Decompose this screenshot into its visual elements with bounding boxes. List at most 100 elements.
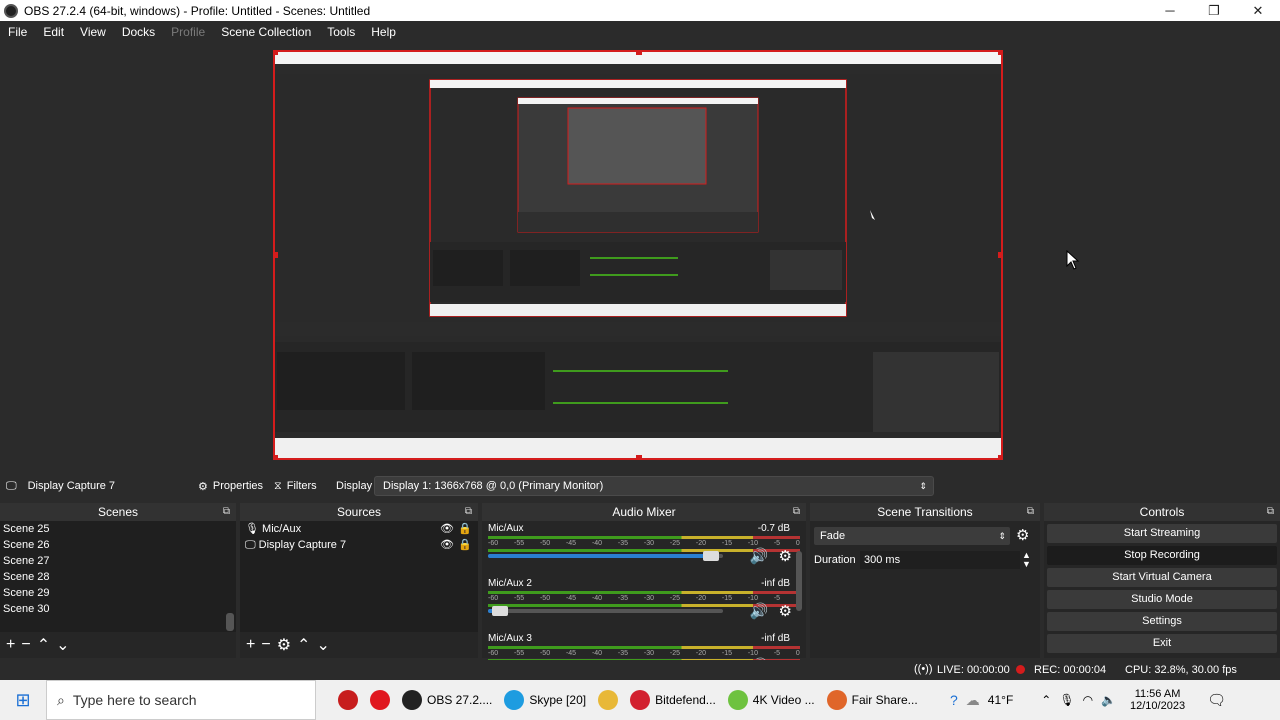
add-source-icon[interactable]: + <box>246 636 255 654</box>
eye-icon[interactable]: 👁 <box>440 521 454 537</box>
float-dock-icon[interactable]: ⧉ <box>465 503 472 521</box>
float-dock-icon[interactable]: ⧉ <box>1267 503 1274 521</box>
taskbar-app[interactable] <box>332 680 364 720</box>
meter-tick: -50 <box>539 540 551 547</box>
exit-button[interactable]: Exit <box>1047 634 1277 653</box>
speaker-icon[interactable]: 🔊 <box>750 602 769 620</box>
close-button[interactable]: ✕ <box>1236 0 1280 21</box>
preview-area[interactable] <box>0 42 1280 472</box>
menu-profile[interactable]: Profile <box>163 25 213 39</box>
volume-meter <box>488 646 800 649</box>
slider-knob[interactable] <box>491 606 508 616</box>
taskbar-search-box[interactable]: ⌕ Type here to search <box>46 680 316 720</box>
minimize-button[interactable]: ─ <box>1148 0 1192 21</box>
resize-handle[interactable] <box>275 455 278 458</box>
help-icon[interactable]: ? <box>950 692 958 708</box>
taskbar-app[interactable]: Fair Share... <box>821 680 924 720</box>
updown-chevron-icon: ⇕ <box>919 481 927 491</box>
taskbar-app[interactable]: Skype [20] <box>498 680 592 720</box>
windows-start-icon[interactable]: ⊞ <box>0 680 46 720</box>
float-dock-icon[interactable]: ⧉ <box>793 503 800 521</box>
gear-icon[interactable]: ⚙ <box>779 547 792 565</box>
speaker-icon[interactable]: 🔈 <box>1101 693 1116 707</box>
resize-handle[interactable] <box>275 252 278 258</box>
taskbar-app[interactable]: OBS 27.2.... <box>396 680 498 720</box>
move-down-icon[interactable]: ⌄ <box>56 635 69 655</box>
menu-help[interactable]: Help <box>363 25 404 39</box>
eye-icon[interactable]: 👁 <box>440 537 454 553</box>
meter-tick: -55 <box>513 540 525 547</box>
scene-item[interactable]: Scene 26 <box>0 537 236 553</box>
clock[interactable]: 11:56 AM 12/10/2023 <box>1130 688 1185 712</box>
settings-button[interactable]: Settings <box>1047 612 1277 631</box>
display-select[interactable]: Display 1: 1366x768 @ 0,0 (Primary Monit… <box>374 476 934 496</box>
resize-handle[interactable] <box>275 52 278 55</box>
volume-slider[interactable] <box>488 606 723 616</box>
lock-icon[interactable]: 🔒 <box>458 537 472 553</box>
remove-scene-icon[interactable]: − <box>21 636 30 654</box>
menu-docks[interactable]: Docks <box>114 25 163 39</box>
resize-handle[interactable] <box>636 52 642 55</box>
taskbar-app[interactable]: Bitdefend... <box>624 680 722 720</box>
obs-icon <box>402 690 422 710</box>
preview-canvas[interactable] <box>273 50 1003 460</box>
move-up-icon[interactable]: ⌃ <box>37 635 50 655</box>
skype-icon <box>504 690 525 710</box>
resize-handle[interactable] <box>998 455 1001 458</box>
gear-icon[interactable]: ⚙ <box>277 635 291 655</box>
notification-icon[interactable]: 🗨 <box>1207 691 1226 709</box>
slider-knob[interactable] <box>703 551 720 561</box>
volume-slider[interactable] <box>488 551 723 561</box>
start-streaming-button[interactable]: Start Streaming <box>1047 524 1277 543</box>
weather-temp[interactable]: 41°F <box>988 693 1013 707</box>
maximize-button[interactable]: ❐ <box>1192 0 1236 21</box>
start-virtual-camera-button[interactable]: Start Virtual Camera <box>1047 568 1277 587</box>
meter-tick: -35 <box>617 595 629 602</box>
spinner-icon[interactable]: ▲ ▼ <box>1022 551 1031 569</box>
scene-item[interactable]: Scene 28 <box>0 569 236 585</box>
lock-icon[interactable]: 🔒 <box>458 521 472 537</box>
menu-file[interactable]: File <box>0 25 35 39</box>
meter-tick: -30 <box>643 540 655 547</box>
properties-button[interactable]: ⚙ Properties <box>198 480 263 493</box>
scene-item[interactable]: Scene 30 <box>0 601 236 617</box>
taskbar-app-label: Fair Share... <box>851 693 918 707</box>
move-down-icon[interactable]: ⌄ <box>316 635 329 655</box>
resize-handle[interactable] <box>998 52 1001 55</box>
menu-tools[interactable]: Tools <box>319 25 363 39</box>
float-dock-icon[interactable]: ⧉ <box>223 503 230 521</box>
taskbar-app[interactable] <box>364 680 396 720</box>
chevron-up-icon[interactable]: ⌃ <box>1041 693 1051 707</box>
scrollbar[interactable] <box>226 613 234 631</box>
float-dock-icon[interactable]: ⧉ <box>1027 503 1034 521</box>
menu-view[interactable]: View <box>72 25 114 39</box>
live-timer: LIVE: 00:00:00 <box>937 664 1010 676</box>
resize-handle[interactable] <box>636 455 642 458</box>
filters-button[interactable]: ⧖ Filters <box>274 480 317 493</box>
source-item[interactable]: 🎙 Mic/Aux 👁 🔒 <box>240 521 478 537</box>
meter-tick: -20 <box>695 595 706 602</box>
stop-recording-button[interactable]: Stop Recording <box>1047 546 1277 565</box>
scrollbar[interactable] <box>796 551 802 611</box>
wifi-icon[interactable]: ◠ <box>1083 693 1093 707</box>
filters-label: Filters <box>286 480 317 492</box>
meter-tick: -60 <box>488 540 499 547</box>
resize-handle[interactable] <box>998 252 1001 258</box>
gear-icon[interactable]: ⚙ <box>1016 526 1029 544</box>
scene-item[interactable]: Scene 25 <box>0 521 236 537</box>
taskbar-app[interactable]: 4K Video ... <box>722 680 821 720</box>
menu-scene-collection[interactable]: Scene Collection <box>213 25 319 39</box>
menu-edit[interactable]: Edit <box>35 25 72 39</box>
move-up-icon[interactable]: ⌃ <box>297 635 310 655</box>
taskbar-app[interactable] <box>592 680 624 720</box>
duration-input[interactable]: 300 ms <box>860 551 1020 569</box>
transition-select[interactable]: Fade ⇕ <box>814 527 1010 545</box>
gear-icon[interactable]: ⚙ <box>779 602 792 620</box>
add-scene-icon[interactable]: + <box>6 636 15 654</box>
remove-source-icon[interactable]: − <box>261 636 270 654</box>
scene-item[interactable]: Scene 27 <box>0 553 236 569</box>
source-item[interactable]: 🖵 Display Capture 7 👁 🔒 <box>240 537 478 553</box>
speaker-icon[interactable]: 🔊 <box>750 547 769 565</box>
scene-item[interactable]: Scene 29 <box>0 585 236 601</box>
studio-mode-button[interactable]: Studio Mode <box>1047 590 1277 609</box>
